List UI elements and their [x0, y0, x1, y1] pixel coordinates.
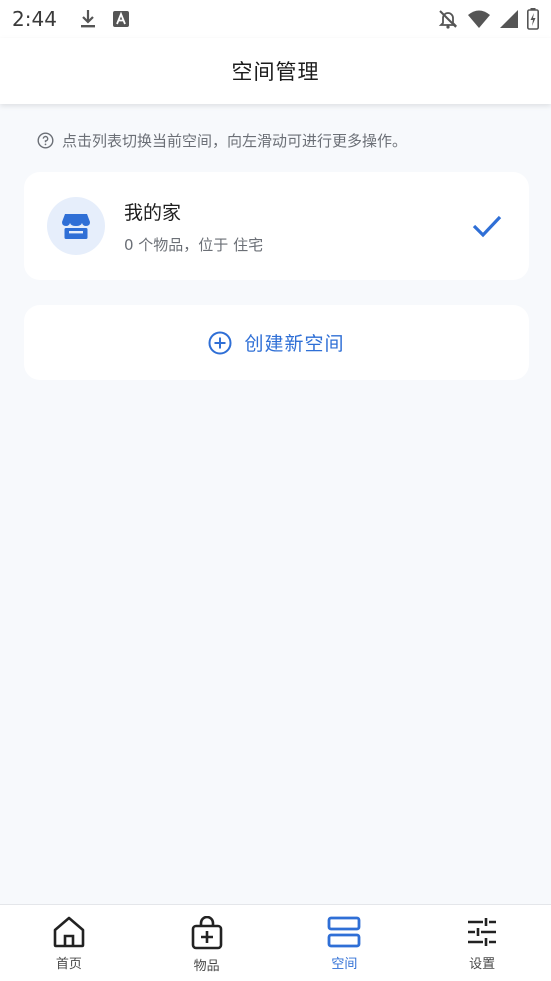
nav-item-items[interactable]: 物品	[138, 905, 276, 981]
app-bar: 空间管理	[0, 38, 551, 104]
wifi-icon	[468, 10, 490, 28]
add-circle-icon	[208, 331, 232, 354]
status-time: 2:44	[12, 7, 57, 31]
space-description: 0 个物品，位于 住宅	[124, 235, 264, 254]
space-text: 我的家 0 个物品，位于 住宅	[124, 198, 263, 255]
status-left-icons	[79, 9, 129, 29]
sliders-icon	[468, 918, 497, 946]
nav-label-items: 物品	[193, 959, 220, 974]
space-name: 我的家	[124, 201, 182, 224]
status-right-icons	[437, 8, 539, 30]
page-title: 空间管理	[231, 60, 320, 84]
home-icon	[53, 916, 85, 948]
signal-icon	[500, 10, 518, 28]
nav-label-space: 空间	[331, 957, 358, 972]
create-space-label: 创建新空间	[244, 333, 345, 355]
check-icon	[472, 215, 502, 238]
nav-item-home[interactable]: 首页	[0, 905, 138, 981]
store-icon	[62, 214, 90, 239]
text-a-icon	[112, 11, 129, 27]
help-circle-icon	[37, 132, 54, 149]
nav-item-space[interactable]: 空间	[276, 905, 414, 981]
space-icon	[327, 916, 361, 948]
create-space-button[interactable]: 创建新空间	[24, 305, 529, 380]
space-card[interactable]: 我的家 0 个物品，位于 住宅	[24, 172, 529, 280]
space-avatar	[47, 197, 105, 255]
hint-text: 点击列表切换当前空间，向左滑动可进行更多操作。	[62, 132, 408, 150]
nav-label-home: 首页	[55, 957, 82, 972]
download-icon	[80, 10, 95, 28]
bag-plus-icon	[191, 916, 222, 950]
nav-item-settings[interactable]: 设置	[413, 905, 551, 981]
nav-label-settings: 设置	[469, 957, 496, 972]
bottom-nav: 首页 物品 空间 设置	[0, 904, 551, 981]
battery-charging-icon	[527, 8, 539, 30]
status-bar: 2:44	[0, 0, 551, 38]
notifications-off-icon	[438, 10, 458, 29]
hint: 点击列表切换当前空间，向左滑动可进行更多操作。	[37, 130, 407, 151]
